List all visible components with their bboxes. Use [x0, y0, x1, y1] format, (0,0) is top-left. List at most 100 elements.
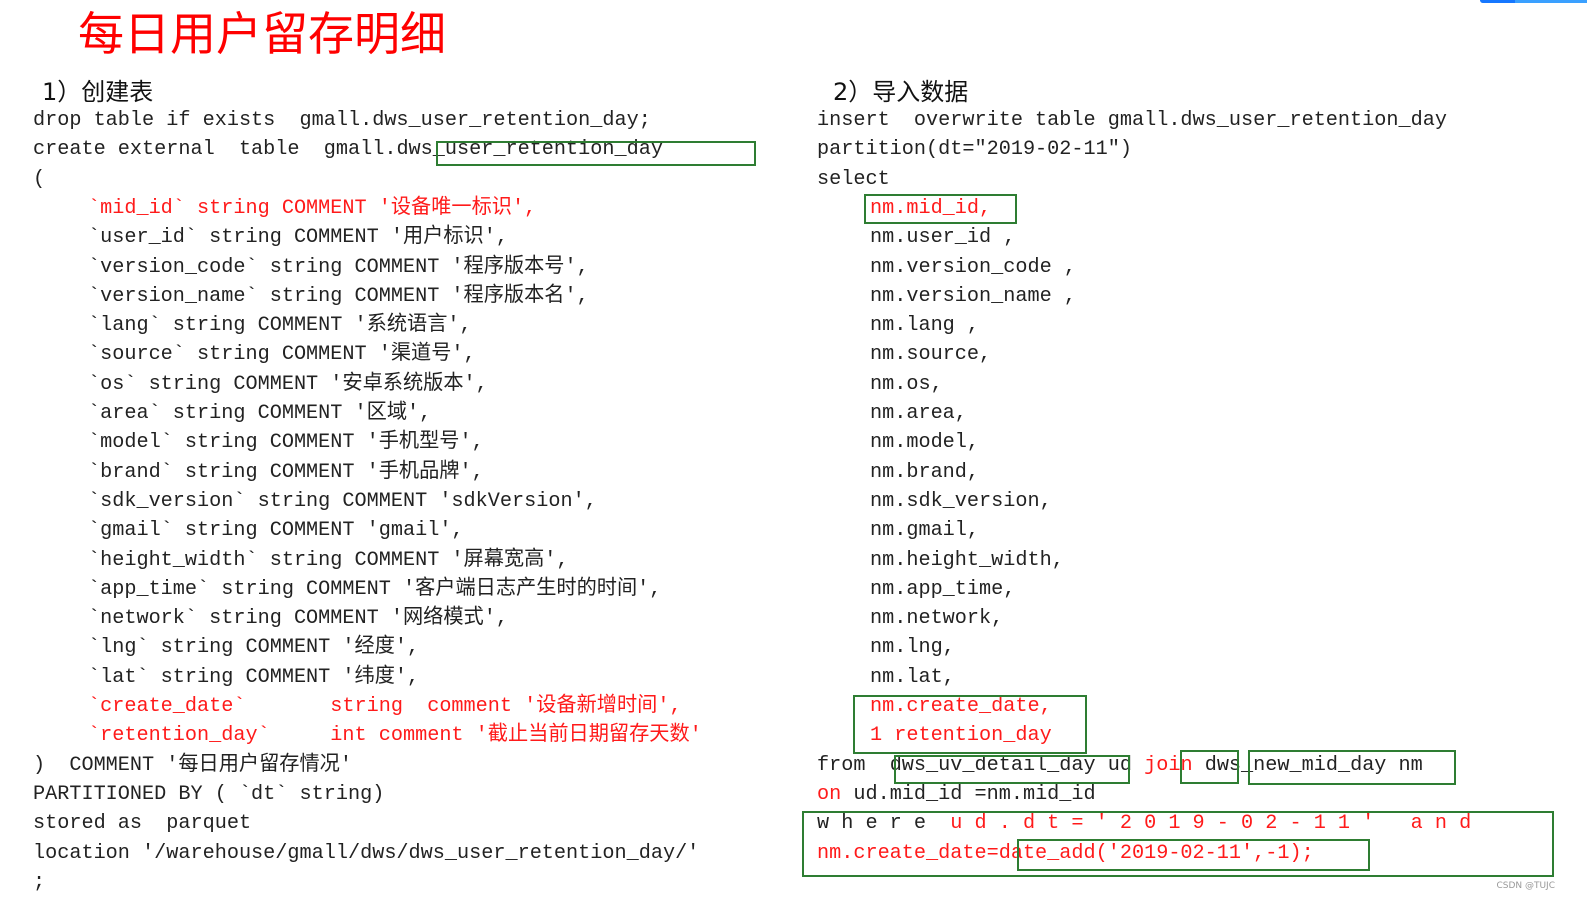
- code-token: nm.network,: [870, 607, 1004, 631]
- code-line: `os` string COMMENT '安卓系统版本',: [88, 371, 488, 399]
- code-line: partition(dt="2019-02-11"): [817, 136, 1132, 164]
- top-progress-bar: [1480, 0, 1587, 3]
- code-line: on ud.mid_id =nm.mid_id: [817, 781, 1096, 809]
- code-token: `area` string COMMENT '区域',: [88, 402, 432, 425]
- code-token: `lang` string COMMENT '系统语言',: [88, 314, 472, 338]
- code-line: nm.app_time,: [870, 576, 1015, 604]
- section-heading-import-data: 2）导入数据: [833, 78, 969, 106]
- code-token: `lat` string COMMENT '纬度',: [88, 665, 420, 689]
- code-token: on: [817, 782, 842, 806]
- highlight-box-table-name: [436, 141, 756, 166]
- code-token: `version_code` string COMMENT '程序版本号',: [88, 255, 589, 279]
- code-token: ;: [33, 870, 46, 894]
- code-token: `brand` string COMMENT '手机品牌',: [88, 460, 484, 484]
- code-line: `model` string COMMENT '手机型号',: [88, 429, 484, 457]
- code-line: stored as parquet: [33, 810, 251, 838]
- code-token: partition(dt="2019-02-11"): [817, 138, 1132, 162]
- code-line: `source` string COMMENT '渠道号',: [88, 341, 476, 369]
- code-line: `version_code` string COMMENT '程序版本号',: [88, 254, 589, 282]
- code-token: `lng` string COMMENT '经度',: [88, 636, 420, 660]
- code-line: `brand` string COMMENT '手机品牌',: [88, 459, 484, 487]
- code-token: stored as parquet: [33, 812, 252, 836]
- code-line: `lng` string COMMENT '经度',: [88, 634, 419, 662]
- code-line: `user_id` string COMMENT '用户标识',: [88, 224, 508, 252]
- highlight-box-new-mid: [1248, 750, 1456, 785]
- code-line: nm.gmail,: [870, 517, 979, 545]
- code-token: `source` string COMMENT '渠道号',: [88, 343, 476, 367]
- code-token: nm.model,: [870, 431, 980, 455]
- highlight-box-create-retention: [853, 695, 1087, 754]
- code-token: nm.lat,: [870, 665, 955, 689]
- code-token: nm.lng,: [870, 636, 955, 660]
- code-token: ) COMMENT '每日用户留存情况': [33, 753, 352, 777]
- code-line: nm.model,: [870, 429, 979, 457]
- code-line: `lang` string COMMENT '系统语言',: [88, 312, 472, 340]
- code-line: `version_name` string COMMENT '程序版本名',: [88, 283, 589, 311]
- code-token: `height_width` string COMMENT '屏幕宽高',: [88, 548, 569, 572]
- code-line: ) COMMENT '每日用户留存情况': [33, 752, 352, 780]
- section-heading-create-table: 1）创建表: [42, 78, 154, 106]
- highlight-box-mid-id: [864, 194, 1017, 224]
- code-line: drop table if exists gmall.dws_user_rete…: [33, 107, 651, 135]
- code-token: nm.area,: [870, 402, 967, 425]
- code-line: `sdk_version` string COMMENT 'sdkVersion…: [88, 488, 597, 516]
- code-line: PARTITIONED BY ( `dt` string): [33, 781, 384, 809]
- code-line: nm.lat,: [870, 664, 955, 692]
- code-token: nm.lang ,: [870, 314, 980, 338]
- code-line: nm.version_name ,: [870, 283, 1076, 311]
- code-line: `network` string COMMENT '网络模式',: [88, 605, 508, 633]
- highlight-box-uv-detail: [894, 755, 1130, 784]
- code-token: nm.version_name ,: [870, 284, 1076, 308]
- code-line: nm.source,: [870, 341, 991, 369]
- watermark: CSDN @TUJC: [1496, 881, 1555, 891]
- code-line: location '/warehouse/gmall/dws/dws_user_…: [33, 840, 699, 868]
- page-title: 每日用户留存明细: [78, 7, 446, 61]
- code-token: `mid_id` string COMMENT '设备唯一标识',: [88, 196, 537, 220]
- code-token: ud.mid_id =nm.mid_id: [841, 782, 1096, 806]
- code-token: nm.gmail,: [870, 519, 980, 543]
- code-token: `gmail` string COMMENT 'gmail',: [88, 519, 464, 543]
- highlight-box-date-add: [1017, 839, 1370, 871]
- code-token: (: [33, 167, 46, 191]
- code-line: `lat` string COMMENT '纬度',: [88, 664, 419, 692]
- code-token: select: [817, 167, 890, 191]
- code-token: `app_time` string COMMENT '客户端日志产生时的时间',: [88, 577, 662, 601]
- code-line: insert overwrite table gmall.dws_user_re…: [817, 107, 1447, 135]
- code-token: nm.version_code ,: [870, 255, 1076, 279]
- code-line: `mid_id` string COMMENT '设备唯一标识',: [88, 195, 536, 223]
- code-line: `height_width` string COMMENT '屏幕宽高',: [88, 547, 569, 575]
- code-line: nm.height_width,: [870, 547, 1064, 575]
- code-token: nm.brand,: [870, 460, 980, 484]
- highlight-box-join: [1180, 750, 1239, 784]
- code-line: `area` string COMMENT '区域',: [88, 400, 431, 428]
- code-token: insert overwrite table gmall.dws_user_re…: [817, 109, 1447, 132]
- code-token: `sdk_version` string COMMENT 'sdkVersion…: [88, 489, 597, 513]
- code-token: drop table if exists gmall.dws_user_rete…: [33, 109, 651, 132]
- code-line: `app_time` string COMMENT '客户端日志产生时的时间',: [88, 576, 661, 604]
- top-progress-bar-segment: [1480, 0, 1515, 3]
- code-token: nm.source,: [870, 343, 992, 367]
- code-token: from: [817, 753, 890, 777]
- code-token: `version_name` string COMMENT '程序版本名',: [88, 284, 589, 308]
- code-token: `network` string COMMENT '网络模式',: [88, 607, 508, 631]
- code-line: nm.brand,: [870, 459, 979, 487]
- code-line: `gmail` string COMMENT 'gmail',: [88, 517, 464, 545]
- code-line: select: [817, 166, 890, 194]
- code-line: nm.version_code ,: [870, 254, 1076, 282]
- code-line: `retention_day` int comment '截止当前日期留存天数': [88, 722, 702, 750]
- code-line: nm.user_id ,: [870, 224, 1015, 252]
- code-line: nm.network,: [870, 605, 1003, 633]
- code-line: nm.lang ,: [870, 312, 979, 340]
- code-token: nm.os,: [870, 372, 943, 396]
- code-token: `model` string COMMENT '手机型号',: [88, 431, 484, 455]
- code-token: `os` string COMMENT '安卓系统版本',: [88, 372, 488, 396]
- code-token: nm.user_id ,: [870, 226, 1016, 250]
- code-token: `user_id` string COMMENT '用户标识',: [88, 226, 508, 250]
- code-token: nm.sdk_version,: [870, 489, 1052, 513]
- code-line: (: [33, 166, 45, 194]
- code-line: ;: [33, 869, 45, 897]
- code-token: `create_date` string comment '设备新增时间',: [88, 695, 682, 718]
- code-line: `create_date` string comment '设备新增时间',: [88, 693, 682, 721]
- code-token: nm.height_width,: [870, 548, 1064, 572]
- code-token: nm.app_time,: [870, 577, 1016, 601]
